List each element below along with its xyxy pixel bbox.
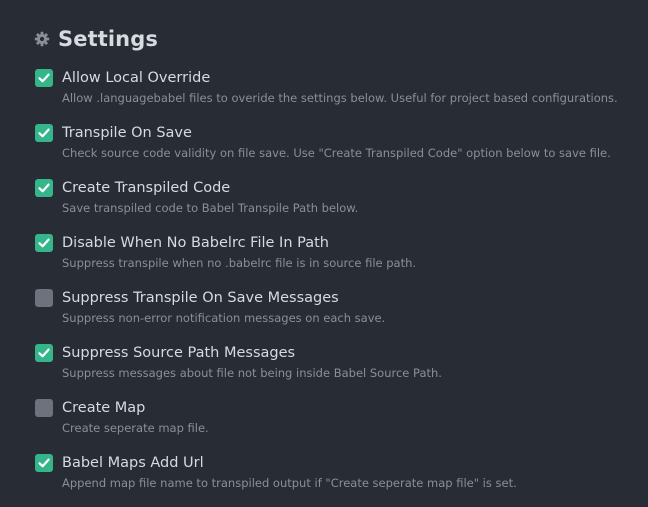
setting-checkbox[interactable] — [35, 124, 53, 142]
setting-label[interactable]: Disable When No Babelrc File In Path — [62, 234, 329, 252]
setting-row: Create Transpiled Code Save transpiled co… — [35, 179, 635, 223]
setting-checkbox[interactable] — [35, 399, 53, 417]
setting-row: Babel Maps Add Url Append map file name t… — [35, 454, 635, 498]
setting-checkbox[interactable] — [35, 289, 53, 307]
checkmark-icon — [38, 458, 50, 468]
setting-checkbox[interactable] — [35, 179, 53, 197]
setting-label[interactable]: Suppress Source Path Messages — [62, 344, 295, 362]
settings-panel: Settings Allow Local Override Allow .lang… — [0, 0, 648, 507]
checkmark-icon — [38, 348, 50, 358]
setting-description: Create seperate map file. — [62, 421, 209, 435]
setting-label[interactable]: Transpile On Save — [62, 124, 192, 142]
setting-row: Disable When No Babelrc File In Path Supp… — [35, 234, 635, 278]
gear-icon — [34, 31, 50, 47]
checkmark-icon — [38, 128, 50, 138]
setting-checkbox[interactable] — [35, 344, 53, 362]
setting-label[interactable]: Allow Local Override — [62, 69, 210, 87]
setting-row: Create Map Create seperate map file. — [35, 399, 635, 443]
setting-row: Suppress Source Path Messages Suppress me… — [35, 344, 635, 388]
setting-description: Suppress non-error notification messages… — [62, 311, 386, 325]
setting-label[interactable]: Create Transpiled Code — [62, 179, 230, 197]
setting-label[interactable]: Suppress Transpile On Save Messages — [62, 289, 339, 307]
checkmark-icon — [38, 238, 50, 248]
setting-row: Suppress Transpile On Save Messages Suppr… — [35, 289, 635, 333]
setting-checkbox[interactable] — [35, 69, 53, 87]
page-title: Settings — [58, 27, 158, 51]
setting-description: Suppress transpile when no .babelrc file… — [62, 256, 417, 270]
checkmark-icon — [38, 183, 50, 193]
setting-row: Transpile On Save Check source code valid… — [35, 124, 635, 168]
setting-row: Allow Local Override Allow .languagebabel… — [35, 69, 635, 113]
setting-label[interactable]: Babel Maps Add Url — [62, 454, 204, 472]
checkmark-icon — [38, 73, 50, 83]
setting-description: Append map file name to transpiled outpu… — [62, 476, 517, 490]
setting-checkbox[interactable] — [35, 234, 53, 252]
setting-checkbox[interactable] — [35, 454, 53, 472]
setting-description: Allow .languagebabel files to overide th… — [62, 91, 618, 105]
settings-header: Settings — [34, 24, 158, 54]
setting-description: Suppress messages about file not being i… — [62, 366, 442, 380]
setting-description: Save transpiled code to Babel Transpile … — [62, 201, 359, 215]
setting-label[interactable]: Create Map — [62, 399, 145, 417]
setting-description: Check source code validity on file save.… — [62, 146, 611, 160]
